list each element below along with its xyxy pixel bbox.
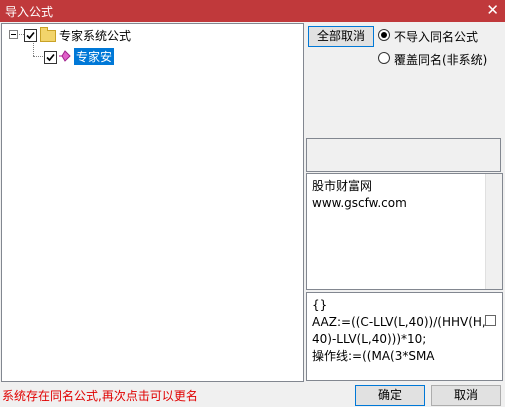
title-bar: 导入公式 ✕ xyxy=(0,0,505,22)
root-checkbox[interactable] xyxy=(24,29,37,42)
formula-checkbox[interactable] xyxy=(485,315,496,326)
info-text: 股市财富网 www.gscfw.com xyxy=(312,178,407,212)
tree-root-label[interactable]: 专家系统公式 xyxy=(59,27,131,44)
empty-panel xyxy=(306,138,501,172)
tree-connector xyxy=(17,34,24,35)
close-icon[interactable]: ✕ xyxy=(486,1,499,19)
cancel-button[interactable]: 取消 xyxy=(431,385,501,406)
overwrite-radio[interactable] xyxy=(378,52,390,64)
info-line-2: www.gscfw.com xyxy=(312,196,407,210)
formula-text: {} AAZ:=((C-LLV(L,40))/(HHV(H,40)-LLV(L,… xyxy=(312,298,486,363)
clear-all-button[interactable]: 全部取消 xyxy=(308,26,374,47)
formula-icon xyxy=(58,49,72,66)
status-message: 系统存在同名公式,再次点击可以更名 xyxy=(2,389,198,403)
no-import-label[interactable]: 不导入同名公式 xyxy=(394,28,478,45)
child-checkbox[interactable] xyxy=(44,51,57,64)
info-line-1: 股市财富网 xyxy=(312,179,373,193)
ok-button[interactable]: 确定 xyxy=(355,385,425,406)
formula-box[interactable]: {} AAZ:=((C-LLV(L,40))/(HHV(H,40)-LLV(L,… xyxy=(306,292,503,381)
folder-icon xyxy=(40,27,56,42)
options-panel: 全部取消 不导入同名公式 覆盖同名(非系统) xyxy=(306,23,502,137)
window-title: 导入公式 xyxy=(5,5,54,19)
formula-tree[interactable]: 专家系统公式 专家安 xyxy=(1,23,304,382)
tree-child-label[interactable]: 专家安 xyxy=(74,48,115,65)
no-import-radio[interactable] xyxy=(378,29,390,41)
overwrite-label[interactable]: 覆盖同名(非系统) xyxy=(394,51,487,68)
info-scrollbar[interactable] xyxy=(485,174,502,289)
tree-connector xyxy=(33,41,34,56)
info-box: 股市财富网 www.gscfw.com xyxy=(306,173,503,290)
